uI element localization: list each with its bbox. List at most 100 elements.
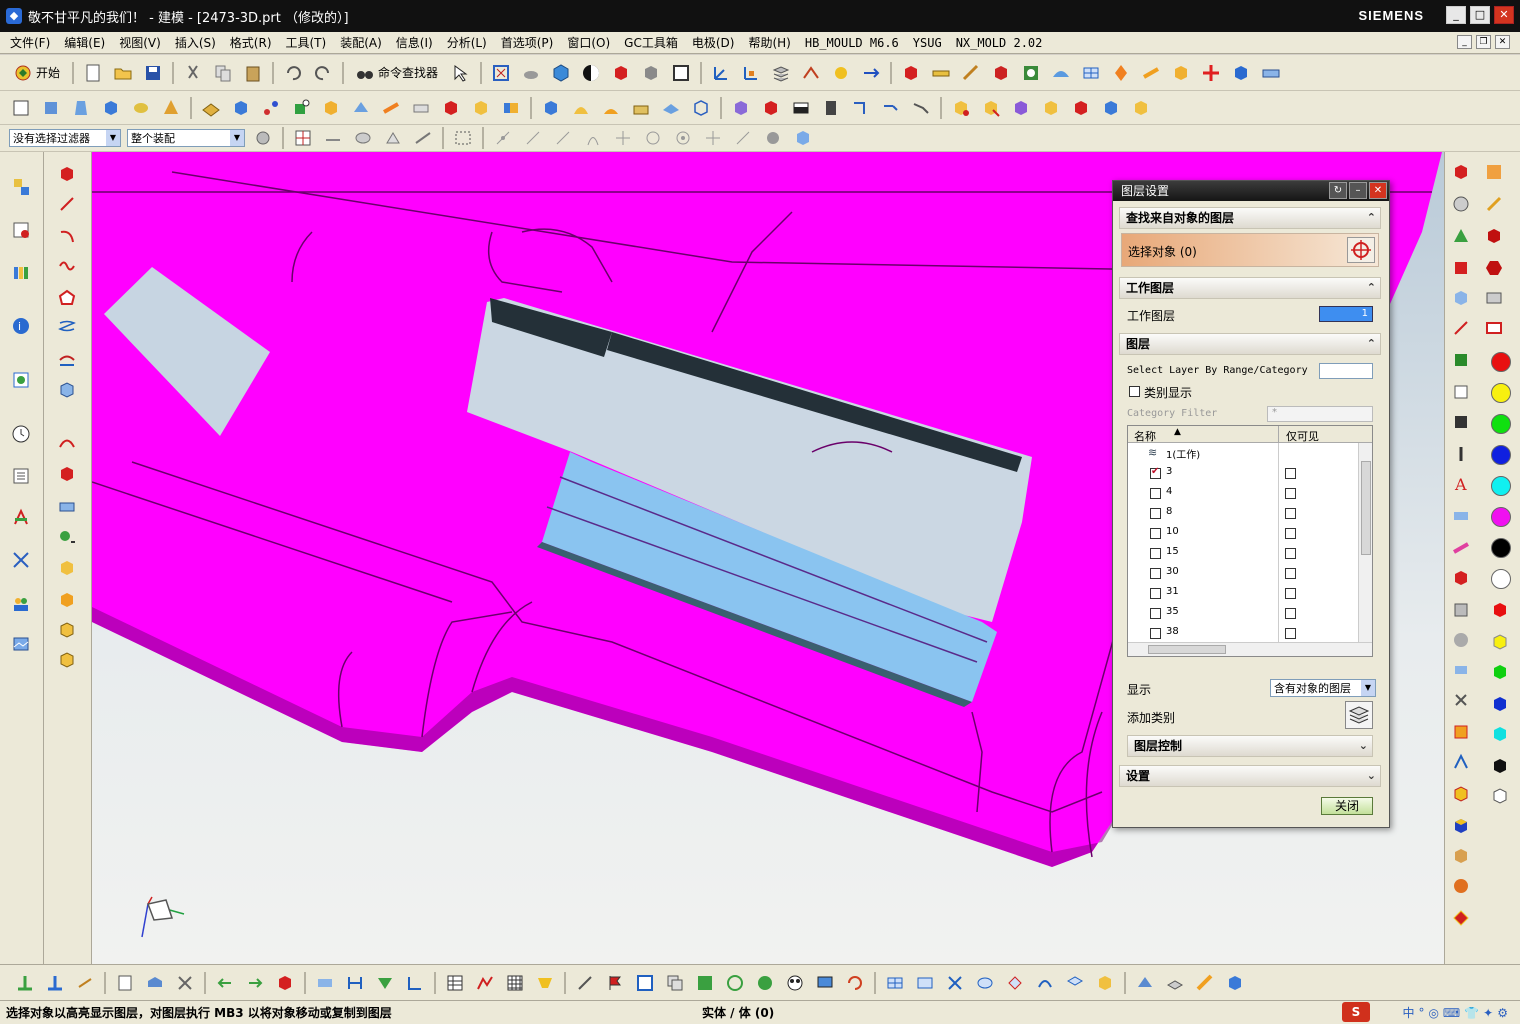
- menu-tools[interactable]: 工具(T): [286, 34, 327, 51]
- extract-curve-icon[interactable]: [55, 462, 81, 488]
- part-navigator-icon[interactable]: [9, 260, 35, 286]
- display-dropdown[interactable]: 含有对象的图层 ▼: [1270, 679, 1376, 697]
- palette-frame-icon[interactable]: [1482, 316, 1508, 342]
- reuse-library-icon[interactable]: i: [9, 314, 35, 340]
- menu-ysug[interactable]: YSUG: [913, 36, 942, 50]
- copy-icon[interactable]: [212, 62, 234, 84]
- sketch-icon[interactable]: [10, 97, 32, 119]
- view-orient-icon[interactable]: [74, 972, 96, 994]
- mass-properties-icon[interactable]: [1449, 286, 1475, 312]
- snap-circle-icon[interactable]: [642, 127, 664, 149]
- layer-visible-only-checkbox[interactable]: [1285, 468, 1296, 479]
- menu-preferences[interactable]: 首选项(P): [501, 34, 554, 51]
- reset-icon[interactable]: ↻: [1329, 182, 1347, 199]
- boss-icon[interactable]: [320, 97, 342, 119]
- close-dialog-icon[interactable]: ✕: [1369, 182, 1387, 199]
- draft-icon[interactable]: [600, 97, 622, 119]
- line-tool-icon[interactable]: [1449, 316, 1475, 342]
- snap-intersection-icon[interactable]: [582, 127, 604, 149]
- orange-slant-icon[interactable]: [1194, 972, 1216, 994]
- palette-layers-icon[interactable]: [1482, 286, 1508, 312]
- layer-visible-checkbox[interactable]: [1150, 548, 1161, 559]
- section-settings[interactable]: 设置 ⌄: [1119, 765, 1381, 787]
- green-cube-color-icon[interactable]: [1488, 660, 1514, 686]
- sketch-cube-icon[interactable]: [55, 162, 81, 188]
- menu-help[interactable]: 帮助(H): [748, 34, 790, 51]
- section-work-layer[interactable]: 工作图层 ⌃: [1119, 277, 1381, 299]
- shade-icon[interactable]: [1134, 972, 1156, 994]
- tape-icon[interactable]: [1449, 504, 1475, 530]
- snap-point-on-curve-icon[interactable]: [702, 127, 724, 149]
- wire-tool-icon[interactable]: [574, 972, 596, 994]
- shell-icon[interactable]: [630, 97, 652, 119]
- curve-offset-icon[interactable]: [55, 348, 81, 374]
- snap-midpoint-icon[interactable]: [522, 127, 544, 149]
- flat-icon[interactable]: [1260, 62, 1282, 84]
- column-visible-only-header[interactable]: 仅可见: [1286, 428, 1319, 444]
- curvature-icon[interactable]: [1449, 224, 1475, 250]
- snap-toggle-icon[interactable]: [292, 127, 314, 149]
- grid-icon[interactable]: [504, 972, 526, 994]
- refresh-icon[interactable]: [844, 972, 866, 994]
- assembly-scope-dropdown[interactable]: 整个装配 ▼: [127, 129, 245, 147]
- solid-cube-icon[interactable]: [274, 972, 296, 994]
- ime-tray-icons[interactable]: 中°◎⌨👕✦⚙: [1402, 1004, 1512, 1021]
- yellow-cube-color-icon[interactable]: [1488, 630, 1514, 656]
- menu-hb-mould[interactable]: HB_MOULD M6.6: [805, 36, 899, 50]
- roles-icon[interactable]: [9, 592, 35, 618]
- edit-object-icon[interactable]: [314, 972, 336, 994]
- add-category-button[interactable]: [1345, 701, 1373, 729]
- grey-sphere-icon[interactable]: [1449, 628, 1475, 654]
- cylinder-icon[interactable]: [130, 97, 152, 119]
- sew-icon[interactable]: [1230, 62, 1252, 84]
- manufacturing-wizard-icon[interactable]: [9, 548, 35, 574]
- history-icon[interactable]: [9, 368, 35, 394]
- move-icon[interactable]: [860, 62, 882, 84]
- select-by-range-input[interactable]: [1319, 363, 1373, 379]
- surface-trim-icon[interactable]: [974, 972, 996, 994]
- layer-visible-checkbox[interactable]: [1150, 508, 1161, 519]
- surface-blend-icon[interactable]: [914, 972, 936, 994]
- surface-cube-icon[interactable]: [1094, 972, 1116, 994]
- layer-visible-checkbox[interactable]: [1150, 466, 1161, 479]
- layer-visible-only-checkbox[interactable]: [1285, 608, 1296, 619]
- tan-box-icon[interactable]: [1449, 844, 1475, 870]
- blue-cube-color-icon[interactable]: [1488, 692, 1514, 718]
- color-magenta[interactable]: [1491, 507, 1511, 527]
- orange-frame-icon[interactable]: [1449, 720, 1475, 746]
- vertical-scrollbar[interactable]: [1358, 443, 1372, 643]
- polygon-icon[interactable]: [55, 286, 81, 312]
- emboss-icon[interactable]: [470, 97, 492, 119]
- isoparametric-icon[interactable]: [55, 618, 81, 644]
- green-face-icon[interactable]: [1449, 348, 1475, 374]
- color-white[interactable]: [1491, 569, 1511, 589]
- section-layers[interactable]: 图层 ⌃: [1119, 333, 1381, 355]
- show-view-icon[interactable]: [792, 127, 814, 149]
- fit-view-icon[interactable]: [490, 62, 512, 84]
- layer-visible-only-checkbox[interactable]: [1285, 568, 1296, 579]
- cut-icon[interactable]: [182, 62, 204, 84]
- category-display-checkbox[interactable]: [1129, 386, 1140, 397]
- doc-minimize-button[interactable]: _: [1457, 35, 1472, 49]
- layer-visible-checkbox[interactable]: [1150, 608, 1161, 619]
- table-icon[interactable]: [444, 972, 466, 994]
- extrude-icon[interactable]: [40, 97, 62, 119]
- vertical-scroll-thumb[interactable]: [1361, 461, 1371, 555]
- pink-strip-icon[interactable]: [1449, 536, 1475, 562]
- pad-icon[interactable]: [440, 97, 462, 119]
- blue-box-icon[interactable]: [1224, 972, 1246, 994]
- surface-icon[interactable]: [1050, 62, 1072, 84]
- select-object-row[interactable]: 选择对象 (0): [1121, 233, 1379, 267]
- layer-visible-checkbox[interactable]: [1150, 488, 1161, 499]
- wire-cube-icon[interactable]: [690, 97, 712, 119]
- timer-icon[interactable]: [634, 972, 656, 994]
- close-window-button[interactable]: ✕: [1494, 6, 1514, 24]
- wrap-curve-icon[interactable]: [55, 648, 81, 674]
- layer-visible-only-checkbox[interactable]: [1285, 588, 1296, 599]
- pattern-icon[interactable]: [960, 62, 982, 84]
- palette-hex-icon[interactable]: [1482, 256, 1508, 282]
- rotate-view-icon[interactable]: [520, 62, 542, 84]
- layer-row[interactable]: 30: [1128, 564, 1358, 584]
- note-icon[interactable]: [374, 972, 396, 994]
- menu-edit[interactable]: 编辑(E): [64, 34, 105, 51]
